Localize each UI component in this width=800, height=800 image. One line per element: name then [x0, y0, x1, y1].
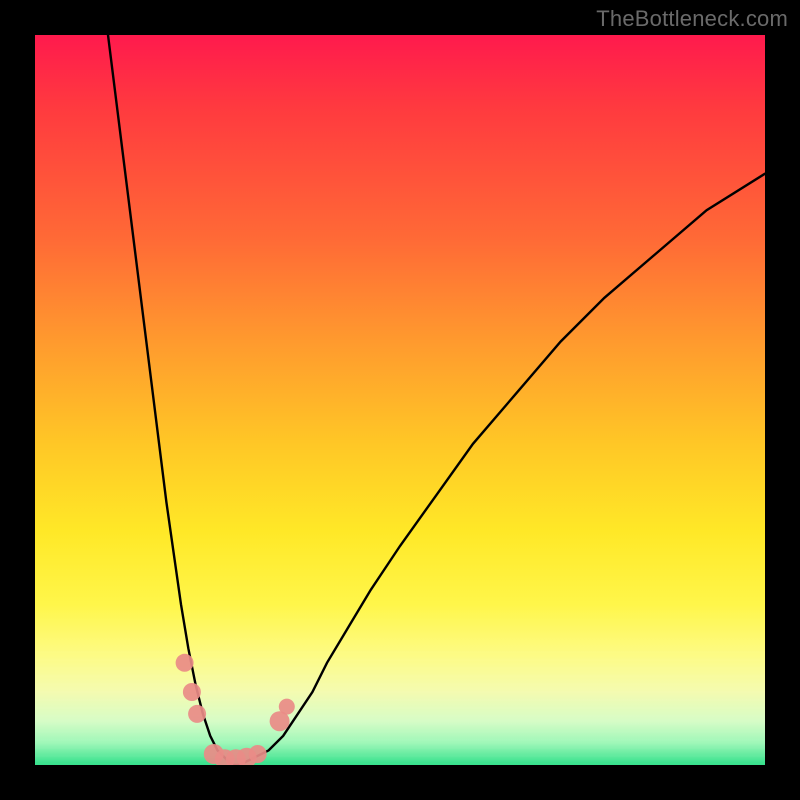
left-cluster-point-1	[176, 654, 194, 672]
left-cluster-point-2	[183, 683, 201, 701]
right-cluster-point-2	[279, 699, 295, 715]
chart-overlay-svg	[35, 35, 765, 765]
chart-frame: TheBottleneck.com	[0, 0, 800, 800]
bottleneck-curve	[108, 35, 765, 765]
plot-area	[35, 35, 765, 765]
valley-point-5	[249, 745, 267, 763]
left-cluster-point-3	[188, 705, 206, 723]
watermark-label: TheBottleneck.com	[596, 6, 788, 32]
